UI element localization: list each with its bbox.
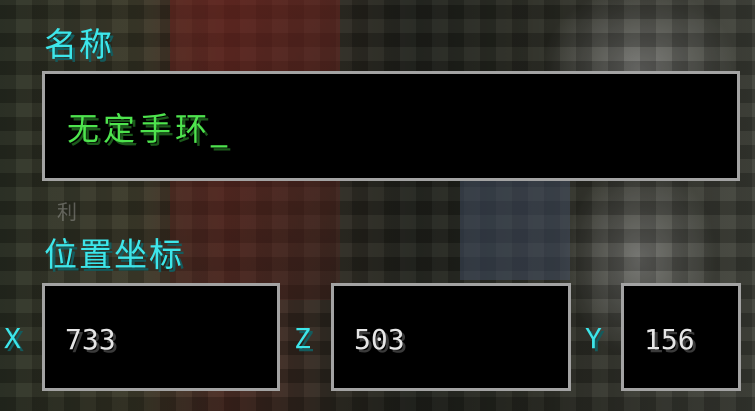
background-sign-text: 利 (57, 200, 77, 224)
y-coordinate-value: 156 (644, 323, 695, 356)
y-coordinate-input[interactable]: 156 (621, 283, 741, 391)
name-label: 名称 (44, 25, 114, 64)
name-input[interactable]: 无定手环_ (42, 71, 740, 181)
x-axis-label: X (4, 322, 21, 355)
z-axis-label: Z (294, 322, 311, 355)
x-coordinate-value: 733 (65, 323, 116, 356)
position-label: 位置坐标 (44, 235, 184, 274)
text-cursor: _ (211, 110, 232, 148)
y-axis-label: Y (585, 322, 602, 355)
z-coordinate-input[interactable]: 503 (331, 283, 571, 391)
name-input-value: 无定手环_ (67, 110, 232, 148)
x-coordinate-input[interactable]: 733 (42, 283, 280, 391)
z-coordinate-value: 503 (354, 323, 405, 356)
background-sky (460, 170, 570, 280)
